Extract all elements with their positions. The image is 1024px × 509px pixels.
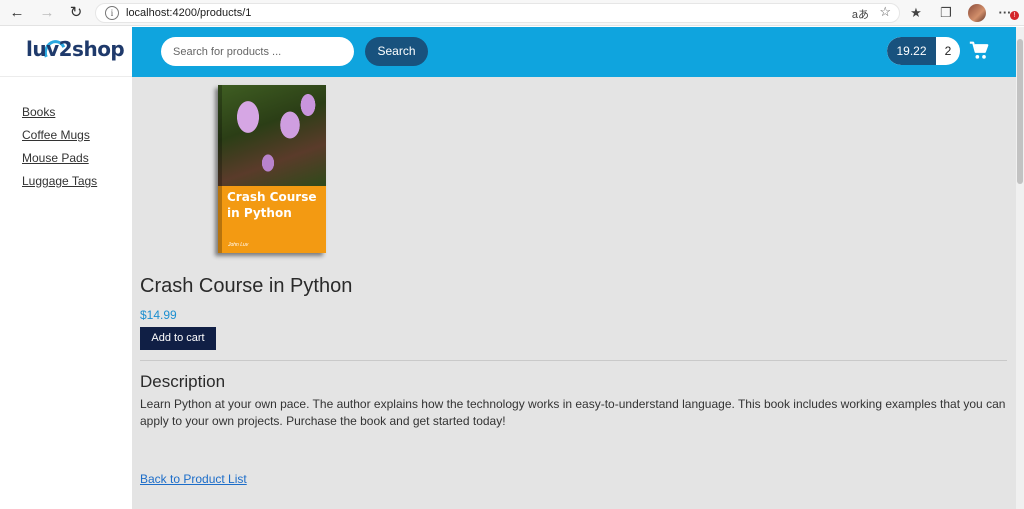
notification-badge: !: [1010, 11, 1019, 20]
product-image: Crash Course in Python John Luv: [218, 85, 326, 253]
category-item: Coffee Mugs: [22, 126, 97, 149]
sidebar: luv2shop Books Coffee Mugs Mouse Pads Lu…: [0, 27, 132, 509]
address-url[interactable]: localhost:4200/products/1: [126, 7, 251, 19]
reload-icon[interactable]: ↻: [66, 3, 86, 23]
product-details: Crash Course in Python John Luv Crash Co…: [132, 77, 1016, 509]
shopping-cart-icon[interactable]: [969, 41, 989, 61]
back-icon[interactable]: ←: [7, 3, 27, 23]
category-item: Books: [22, 103, 97, 126]
category-link-books[interactable]: Books: [22, 105, 55, 119]
cover-author: John Luv: [228, 242, 249, 248]
back-to-product-list-link[interactable]: Back to Product List: [140, 472, 247, 486]
cart-quantity: 2: [944, 44, 952, 58]
product-title: Crash Course in Python: [140, 275, 353, 297]
favorite-star-icon[interactable]: ☆: [879, 4, 891, 20]
category-link-luggage-tags[interactable]: Luggage Tags: [22, 174, 97, 188]
category-menu: Books Coffee Mugs Mouse Pads Luggage Tag…: [22, 103, 97, 195]
cart-status[interactable]: 19.22 2: [887, 37, 960, 65]
category-item: Luggage Tags: [22, 172, 97, 195]
cover-spine: [218, 85, 222, 253]
forward-icon[interactable]: →: [37, 3, 57, 23]
logo[interactable]: luv2shop: [0, 27, 132, 77]
product-price: $14.99: [140, 308, 177, 322]
browser-toolbar: ← → ↻ i localhost:4200/products/1 aあ ☆ ★…: [0, 0, 1024, 26]
header-bar: Search 19.22 2: [132, 27, 1016, 77]
collections-icon[interactable]: ❐: [937, 4, 955, 22]
read-aloud-icon[interactable]: aあ: [852, 6, 869, 22]
info-icon[interactable]: i: [105, 6, 119, 20]
add-to-cart-button[interactable]: Add to cart: [140, 327, 216, 350]
logo-text[interactable]: luv2shop: [26, 37, 125, 61]
description-heading: Description: [140, 372, 226, 391]
cart-total: 19.22: [887, 37, 936, 65]
scrollbar[interactable]: [1016, 27, 1024, 509]
category-link-mouse-pads[interactable]: Mouse Pads: [22, 151, 89, 165]
category-item: Mouse Pads: [22, 149, 97, 172]
search-input[interactable]: [161, 37, 354, 66]
favorites-icon[interactable]: ★: [907, 4, 925, 22]
cover-title: Crash Course in Python: [227, 190, 317, 220]
profile-avatar[interactable]: [968, 4, 986, 22]
description-text: Learn Python at your own pace. The autho…: [140, 397, 1006, 428]
address-bar[interactable]: i localhost:4200/products/1 aあ ☆: [95, 3, 900, 23]
divider: [140, 360, 1007, 361]
search-button[interactable]: Search: [365, 37, 428, 66]
category-link-coffee-mugs[interactable]: Coffee Mugs: [22, 128, 90, 142]
scrollbar-thumb[interactable]: [1017, 39, 1023, 184]
cover-photo: [218, 85, 326, 186]
